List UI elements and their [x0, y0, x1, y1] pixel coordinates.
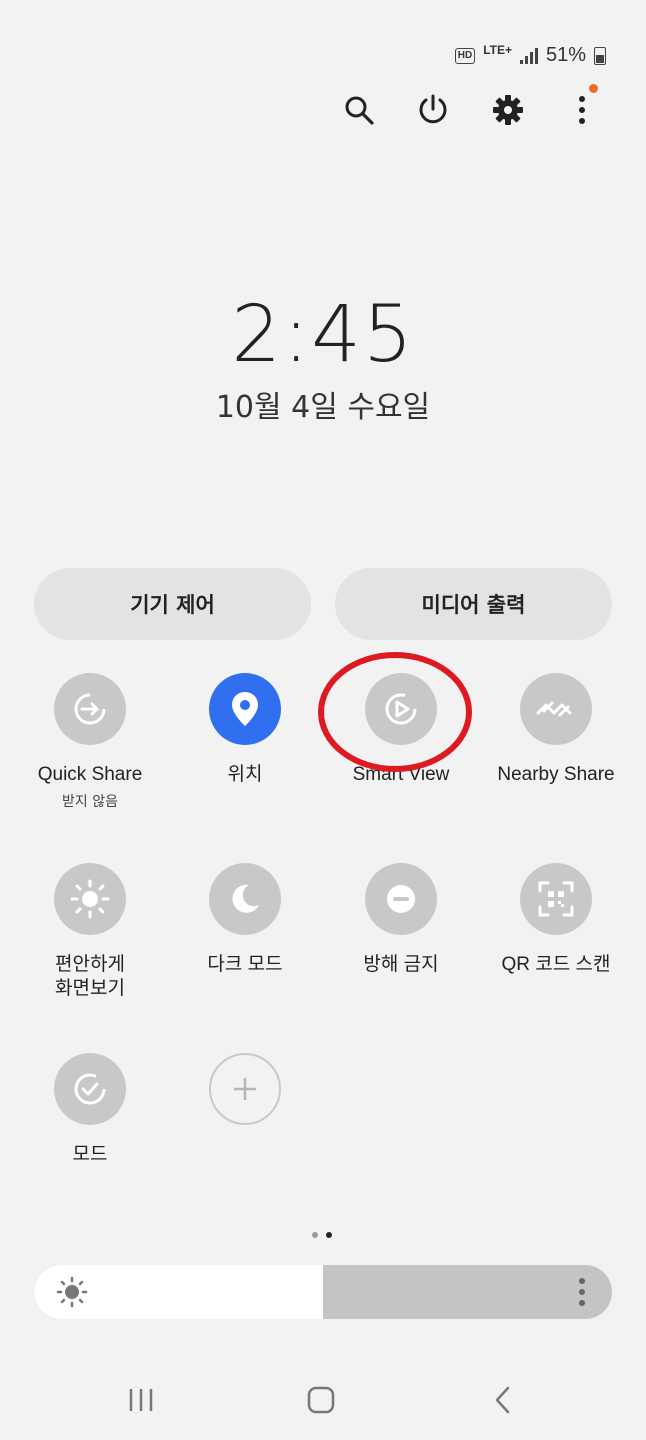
media-output-button[interactable]: 미디어 출력 — [335, 568, 612, 640]
quick-share-icon[interactable] — [54, 673, 126, 745]
search-icon[interactable] — [337, 88, 381, 132]
tile-label: Nearby Share — [497, 764, 615, 785]
tile-add[interactable] — [170, 1053, 320, 1125]
tile-label: 모드 — [72, 1144, 108, 1165]
top-actions — [0, 84, 646, 136]
brightness-slider[interactable] — [34, 1265, 612, 1319]
network-type: LTE+ — [483, 42, 512, 57]
more-vert-icon[interactable] — [560, 84, 604, 132]
eye-comfort-icon[interactable] — [54, 863, 126, 935]
tile-label: Quick Share — [37, 764, 143, 785]
brightness-sun-icon — [56, 1276, 88, 1312]
home-icon[interactable] — [299, 1378, 343, 1422]
tile-label: 편안하게 화면보기 — [55, 954, 125, 999]
page-dot — [312, 1232, 318, 1238]
back-icon[interactable] — [481, 1378, 525, 1422]
page-dot-active — [326, 1232, 332, 1238]
tile-modes[interactable]: 모드 — [15, 1053, 165, 1167]
tile-label: QR 코드 스캔 — [501, 954, 611, 975]
clock-time: 2:45 — [231, 290, 415, 380]
device-control-button[interactable]: 기기 제어 — [34, 568, 311, 640]
tile-label: 위치 — [227, 764, 263, 785]
page-indicator — [312, 1232, 332, 1238]
annotation-circle — [318, 652, 472, 772]
signal-icon — [519, 47, 538, 64]
status-bar: HD LTE+ 51% — [454, 42, 606, 67]
gear-icon[interactable] — [486, 88, 530, 132]
power-icon[interactable] — [411, 88, 455, 132]
recent-apps-icon[interactable] — [119, 1378, 163, 1422]
tile-qr-scan[interactable]: QR 코드 스캔 — [481, 863, 631, 977]
tile-eye-comfort[interactable]: 편안하게 화면보기 — [15, 863, 165, 1001]
navigation-bar — [0, 1378, 646, 1422]
tile-location[interactable]: 위치 — [170, 673, 320, 787]
nearby-share-icon[interactable] — [520, 673, 592, 745]
tile-nearby-share[interactable]: Nearby Share — [481, 673, 631, 787]
do-not-disturb-icon[interactable] — [365, 863, 437, 935]
tile-label: 방해 금지 — [363, 954, 439, 975]
location-pin-icon[interactable] — [209, 673, 281, 745]
battery-icon — [594, 46, 606, 65]
battery-percent: 51% — [545, 44, 586, 66]
moon-icon[interactable] — [209, 863, 281, 935]
tile-quick-share[interactable]: Quick Share 받지 않음 — [15, 673, 165, 811]
clock-date: 10월 4일 수요일 — [215, 390, 431, 425]
hd-voice-icon: HD — [454, 47, 476, 64]
modes-icon[interactable] — [54, 1053, 126, 1125]
brightness-more-icon[interactable] — [578, 1277, 586, 1311]
notification-dot — [589, 84, 598, 93]
tile-label: 다크 모드 — [207, 954, 283, 975]
tile-dark-mode[interactable]: 다크 모드 — [170, 863, 320, 977]
tile-do-not-disturb[interactable]: 방해 금지 — [326, 863, 476, 977]
qr-scan-icon[interactable] — [520, 863, 592, 935]
tile-sublabel: 받지 않음 — [62, 794, 118, 810]
add-icon[interactable] — [209, 1053, 281, 1125]
